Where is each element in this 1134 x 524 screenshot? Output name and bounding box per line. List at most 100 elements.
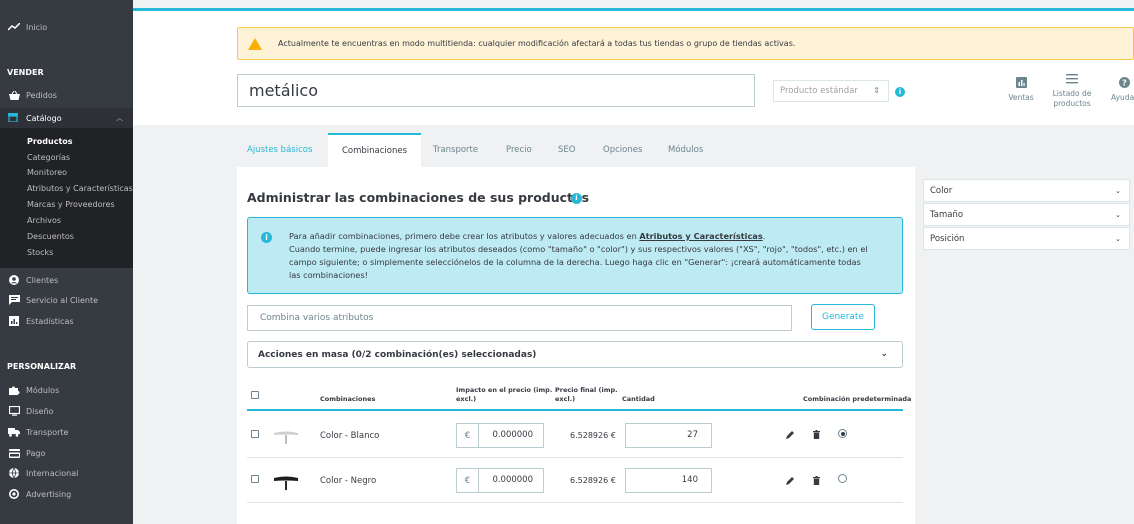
subnav-atributos[interactable]: Atributos y Características (27, 184, 133, 193)
info-icon[interactable]: i (895, 87, 905, 97)
combination-label: Color - Negro (320, 476, 377, 486)
nav-transporte[interactable]: Transporte (0, 422, 133, 442)
nav-modulos[interactable]: Módulos (0, 380, 133, 400)
tab-combinaciones-label: Combinaciones (341, 146, 408, 156)
subnav-categorias[interactable]: Categorías (27, 153, 70, 162)
product-name-input[interactable]: metálico (237, 74, 755, 107)
attribute-group-color[interactable]: Color ⌄ (923, 179, 1130, 202)
select-all-checkbox[interactable] (251, 391, 259, 399)
product-list-label-2: productos (1053, 99, 1091, 108)
nav-transporte-label: Transporte (26, 427, 69, 437)
ventas-label: Ventas (1008, 93, 1034, 102)
info-alert-text: Para añadir combinaciones, primero debe … (289, 230, 889, 282)
catalogo-submenu (0, 128, 133, 268)
alert-line1-pre: Para añadir combinaciones, primero debe … (289, 231, 640, 241)
nav-catalogo[interactable]: Catálogo ︿ (0, 108, 133, 128)
bar-chart-icon (8, 316, 20, 326)
tab-opciones[interactable]: Opciones (603, 145, 642, 155)
default-radio[interactable] (838, 474, 847, 483)
chat-icon (8, 295, 20, 305)
row-divider (247, 457, 903, 458)
col-precio-final: Precio final (imp. excl.) (555, 386, 618, 404)
basket-icon (8, 90, 20, 100)
impact-input[interactable]: € 0.000000 (456, 423, 544, 448)
nav-clientes[interactable]: Clientes (0, 270, 133, 290)
nav-pago[interactable]: Pago (0, 443, 133, 463)
nav-diseno-label: Diseño (26, 406, 54, 416)
section-vender: VENDER (7, 68, 44, 77)
combination-label: Color - Blanco (320, 431, 380, 441)
nav-inicio[interactable]: Inicio (0, 17, 133, 37)
alert-line3: campo siguiente; o simplemente selección… (289, 257, 861, 267)
nav-internacional-label: Internacional (26, 468, 79, 478)
advertising-icon (8, 489, 20, 499)
tab-precio[interactable]: Precio (506, 145, 532, 155)
product-thumbnail-black (273, 475, 299, 494)
subnav-stocks[interactable]: Stocks (27, 248, 53, 257)
bulk-actions-dropdown[interactable]: Acciones en masa (0/2 combinación(es) se… (247, 341, 903, 368)
subnav-archivos[interactable]: Archivos (27, 216, 61, 225)
chevron-up-icon: ︿ (116, 114, 123, 122)
nav-pedidos[interactable]: Pedidos (0, 85, 133, 105)
col-cantidad: Cantidad (622, 395, 655, 403)
tab-seo[interactable]: SEO (558, 145, 575, 155)
nav-estadisticas[interactable]: Estadísticas (0, 311, 133, 331)
final-price: 6.528926 € (570, 431, 616, 440)
col-combinaciones: Combinaciones (320, 395, 376, 403)
quantity-input[interactable]: 27 (625, 423, 712, 448)
col-final-line2: excl.) (555, 395, 576, 403)
tab-modulos[interactable]: Módulos (668, 145, 703, 155)
attributes-link[interactable]: Atributos y Características (639, 231, 762, 241)
row-checkbox[interactable] (251, 430, 259, 438)
col-predeterminada: Combinación predeterminada (803, 395, 912, 403)
nav-advertising[interactable]: Advertising (0, 484, 133, 504)
nav-diseno[interactable]: Diseño (0, 401, 133, 421)
product-thumbnail-white (273, 430, 299, 447)
col-impacto-line2: excl.) (456, 395, 477, 403)
help-button[interactable]: ? Ayuda (1108, 77, 1134, 103)
nav-internacional[interactable]: Internacional (0, 463, 133, 483)
tab-transporte[interactable]: Transporte (433, 145, 478, 155)
tab-ajustes-basicos[interactable]: Ajustes básicos (247, 145, 312, 155)
section-title: Administrar las combinaciones de sus pro… (247, 190, 590, 205)
nav-clientes-label: Clientes (26, 275, 59, 285)
product-list-button[interactable]: Listado de productos (1046, 74, 1098, 109)
nav-servicio-label: Servicio al Cliente (26, 295, 99, 305)
impact-value: 0.000000 (492, 475, 533, 485)
generate-button[interactable]: Generate (811, 304, 875, 330)
attribute-group-tamano[interactable]: Tamaño ⌄ (923, 203, 1130, 226)
subnav-productos[interactable]: Productos (27, 137, 73, 146)
impact-input[interactable]: € 0.000000 (456, 468, 544, 493)
attribute-group-posicion[interactable]: Posición ⌄ (923, 227, 1130, 250)
product-type-select[interactable]: Producto estándar ⇕ (773, 80, 889, 102)
nav-catalogo-label: Catálogo (26, 113, 62, 123)
nav-servicio[interactable]: Servicio al Cliente (0, 290, 133, 310)
list-icon (1046, 74, 1098, 87)
quantity-input[interactable]: 140 (625, 468, 712, 493)
product-list-label-1: Listado de (1052, 89, 1092, 98)
edit-pencil-icon[interactable] (786, 430, 795, 442)
credit-card-icon (8, 448, 20, 458)
delete-trash-icon[interactable] (813, 430, 820, 442)
nav-pago-label: Pago (26, 448, 46, 458)
default-radio-selected[interactable] (838, 429, 847, 438)
sales-chart-icon (1004, 77, 1038, 91)
ventas-button[interactable]: Ventas (1004, 77, 1038, 103)
chevron-down-icon: ⌄ (1115, 210, 1121, 219)
multistore-warning: Actualmente te encuentras en modo multit… (237, 27, 1134, 60)
final-price: 6.528926 € (570, 476, 616, 485)
combine-attributes-input[interactable]: Combina varios atributos (247, 305, 792, 331)
tab-combinaciones[interactable]: Combinaciones (328, 133, 421, 167)
help-info-icon[interactable]: i (571, 193, 582, 204)
delete-trash-icon[interactable] (813, 476, 820, 488)
select-arrows-icon: ⇕ (873, 86, 880, 95)
row-checkbox[interactable] (251, 475, 259, 483)
alert-line4: las combinaciones! (289, 270, 368, 280)
edit-pencil-icon[interactable] (786, 476, 795, 488)
subnav-marcas[interactable]: Marcas y Proveedores (27, 200, 115, 209)
attribute-group-label: Posición (930, 233, 965, 244)
help-icon: ? (1115, 77, 1134, 91)
subnav-descuentos[interactable]: Descuentos (27, 232, 74, 241)
subnav-monitoreo[interactable]: Monitoreo (27, 168, 67, 177)
chevron-down-icon: ⌄ (1115, 234, 1121, 243)
